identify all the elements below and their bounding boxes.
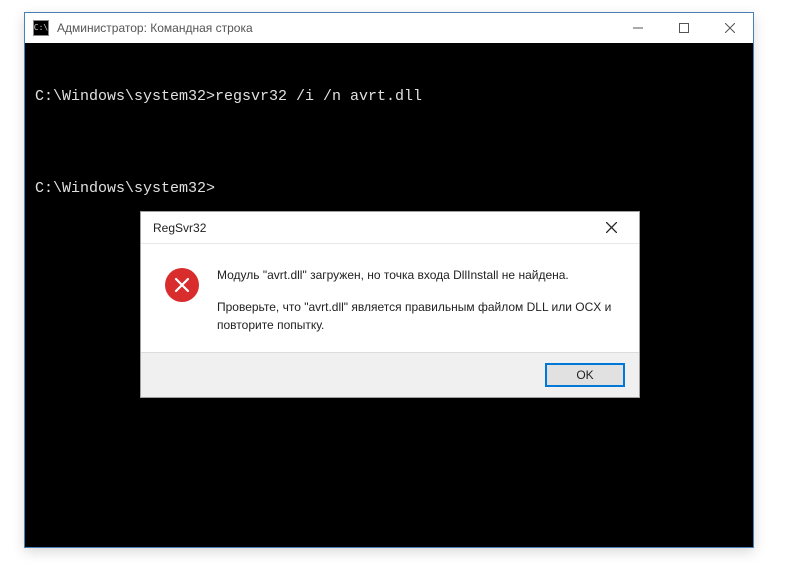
dialog-message-1: Модуль "avrt.dll" загружен, но точка вхо… (217, 266, 615, 284)
dialog-message-2: Проверьте, что "avrt.dll" является прави… (217, 298, 615, 334)
dialog-title: RegSvr32 (153, 221, 591, 235)
close-button[interactable] (707, 13, 753, 43)
ok-button[interactable]: OK (545, 363, 625, 387)
terminal-line: C:\Windows\system32>regsvr32 /i /n avrt.… (35, 85, 743, 109)
window-controls (615, 13, 753, 43)
cmd-titlebar[interactable]: C:\ Администратор: Командная строка (25, 13, 753, 43)
dialog-body: Модуль "avrt.dll" загружен, но точка вхо… (141, 244, 639, 352)
maximize-button[interactable] (661, 13, 707, 43)
error-icon (165, 268, 199, 302)
error-dialog: RegSvr32 Модуль "avrt.dll" загружен, но … (140, 211, 640, 398)
dialog-titlebar[interactable]: RegSvr32 (141, 212, 639, 244)
cmd-icon: C:\ (33, 20, 49, 36)
cmd-title: Администратор: Командная строка (57, 21, 615, 35)
dialog-message: Модуль "avrt.dll" загружен, но точка вхо… (217, 266, 615, 334)
terminal-line: C:\Windows\system32> (35, 177, 743, 201)
dialog-footer: OK (141, 352, 639, 397)
dialog-close-button[interactable] (591, 214, 631, 242)
minimize-button[interactable] (615, 13, 661, 43)
